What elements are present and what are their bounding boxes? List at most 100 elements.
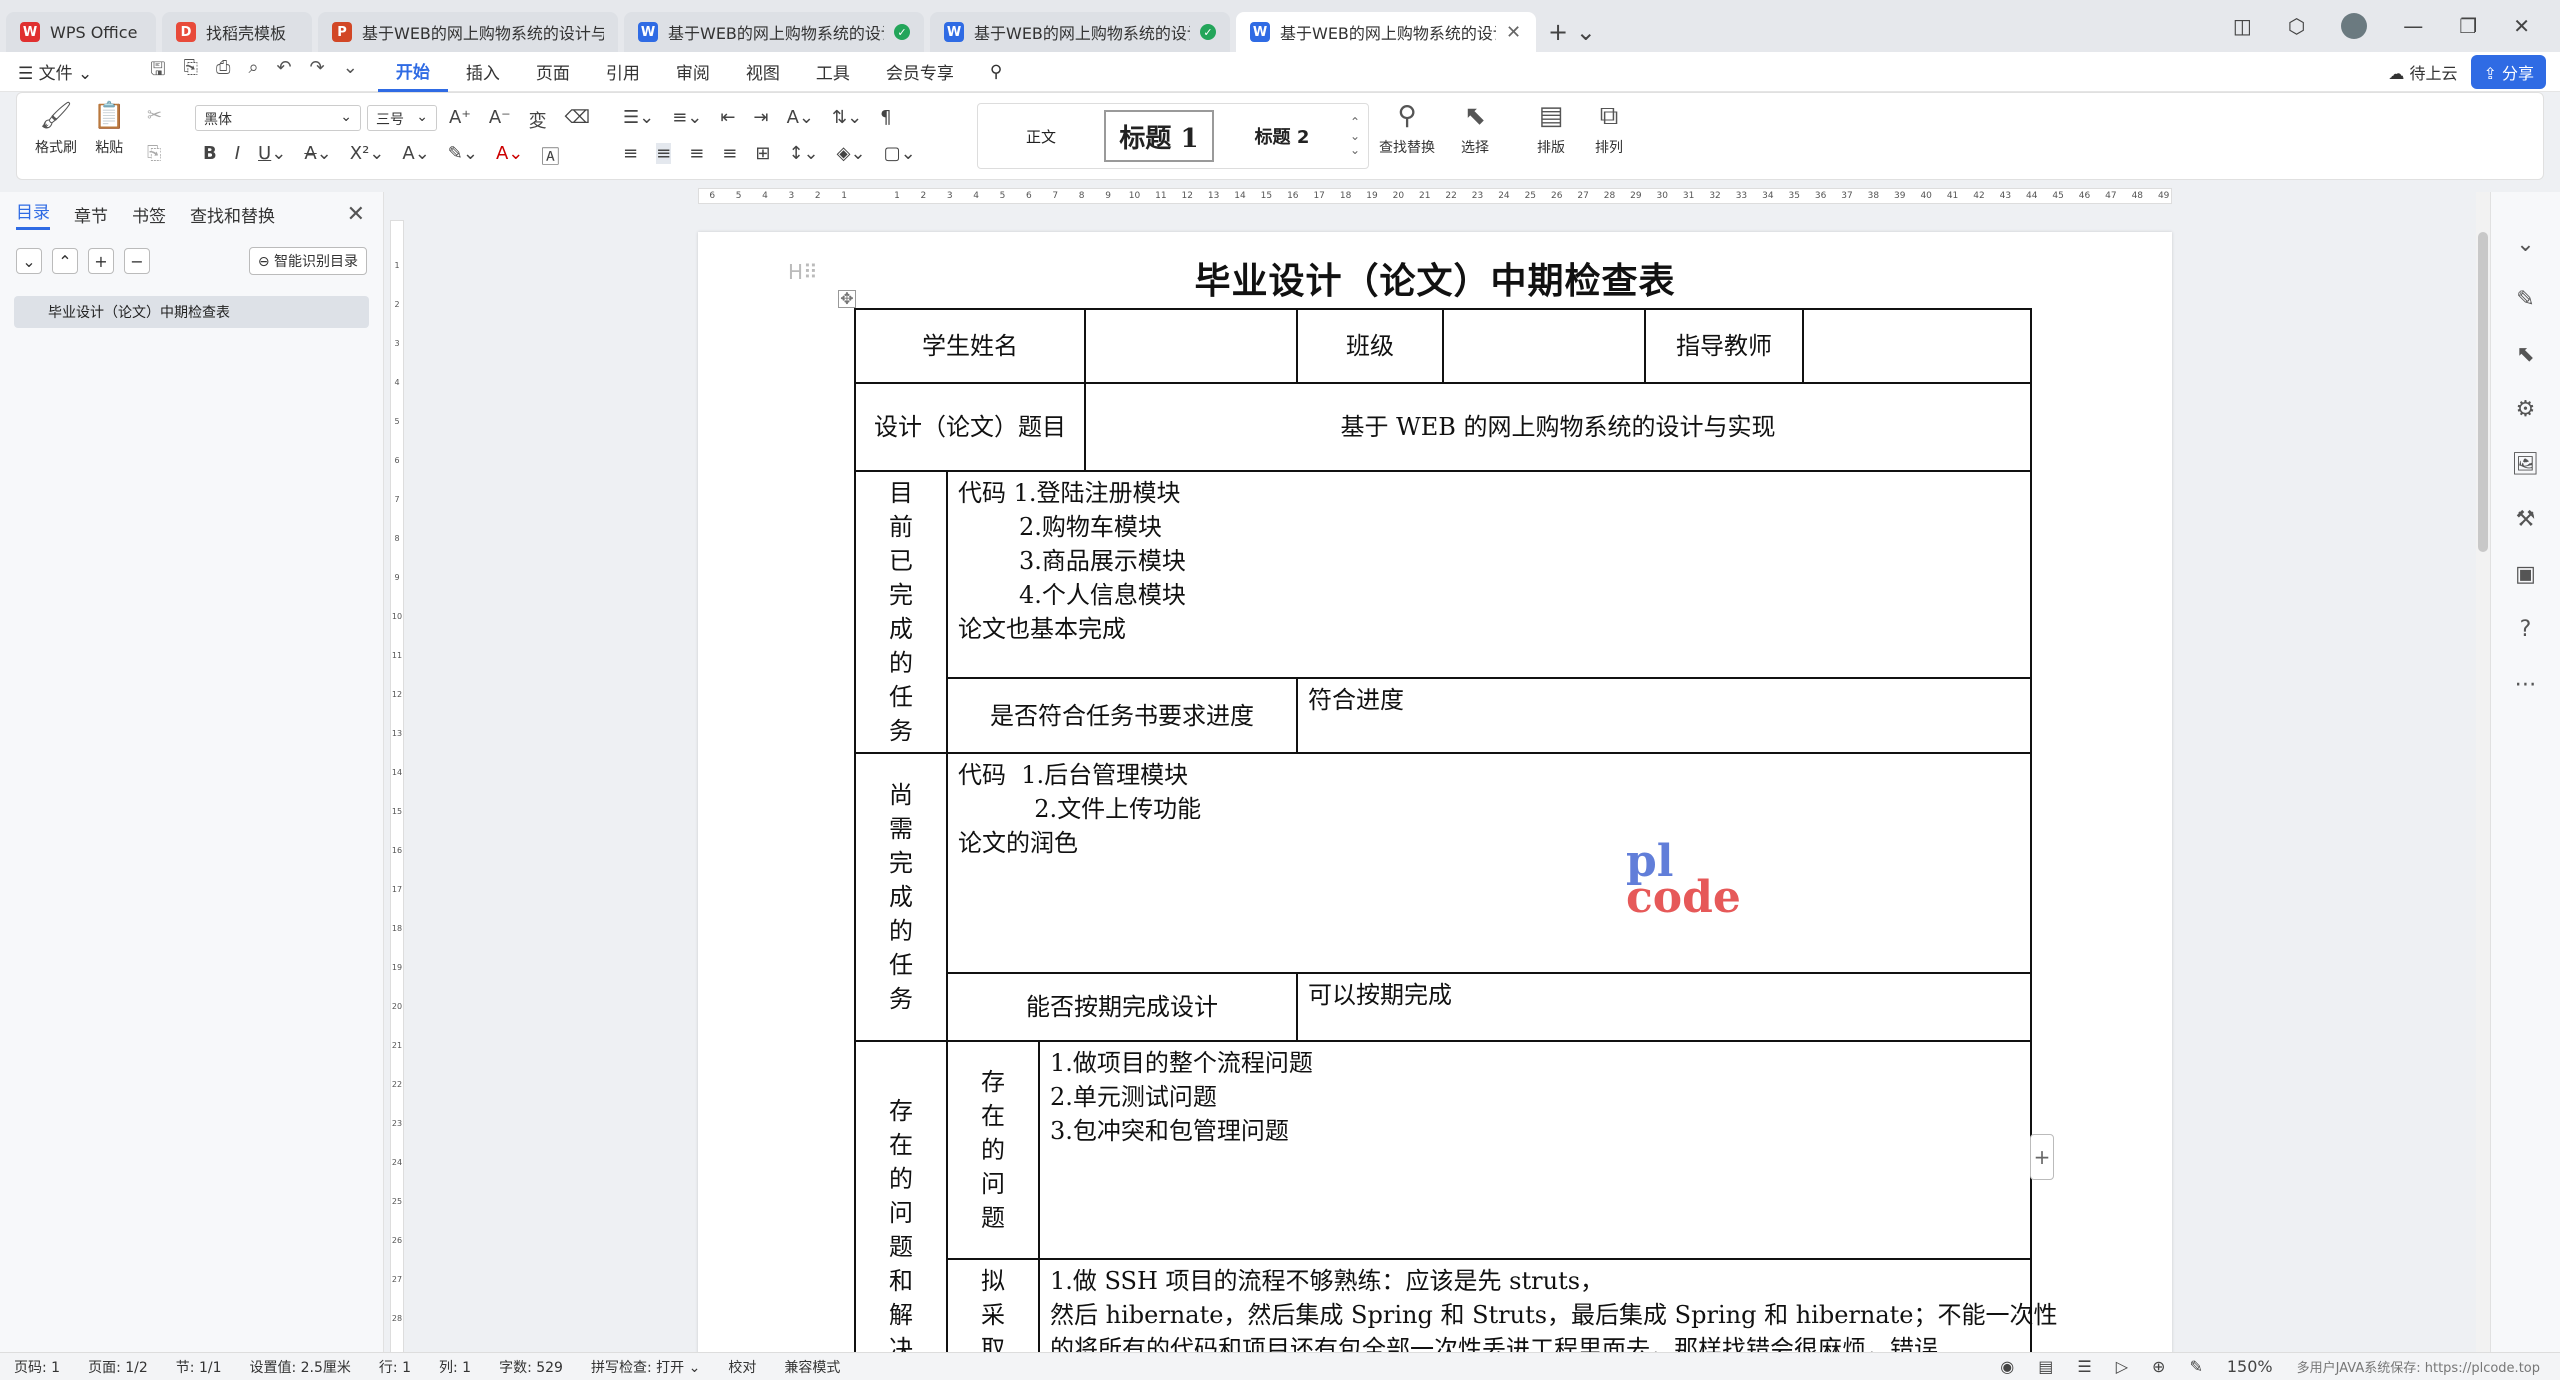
distribute-icon[interactable]: ⊞ [755,143,770,164]
vertical-ruler[interactable]: 1 2 3 4 5 6 7 8 9 10 11 12 13 14 15 16 17 18 19 20 21 22 23 24 2… [390,220,404,1352]
char-shading-icon[interactable]: 🄰 [541,143,559,169]
border-icon[interactable]: ▢⌄ [884,143,916,164]
status-page[interactable]: 页码: 1 [0,1357,74,1377]
status-spell[interactable]: 拼写检查: 打开 ⌄ [577,1357,714,1377]
document-title[interactable]: 毕业设计（论文）中期检查表 [698,252,2172,304]
tab-1[interactable]: D 找稻壳模板 [162,12,312,52]
file-menu[interactable]: ☰ 文件 ⌄ [0,52,110,92]
outline-view-icon[interactable]: ☰ [2077,1357,2091,1376]
status-compat[interactable]: 兼容模式 [770,1357,854,1377]
numbering-icon[interactable]: ≡⌄ [672,107,702,128]
add-icon[interactable]: + [88,248,114,274]
align-center-icon[interactable]: ≡ [656,143,672,164]
line-spacing-icon[interactable]: ↕⌄ [788,143,818,164]
status-pages[interactable]: 页面: 1/2 [74,1357,162,1377]
status-section[interactable]: 节: 1/1 [162,1357,236,1377]
image-icon[interactable]: 🖼 [2512,452,2540,477]
show-marks-icon[interactable]: ¶ [880,107,891,128]
export-icon[interactable]: ⎘ [184,57,198,87]
progress-value[interactable]: 符合进度 [1296,677,2033,754]
superscript-icon[interactable]: X²⌄ [350,143,385,169]
align-right-icon[interactable]: ≡ [689,143,704,164]
page-view-icon[interactable]: ▤ [2038,1357,2053,1376]
status-proof[interactable]: 校对 [714,1357,770,1377]
cut-icon[interactable]: ✂ [147,105,162,126]
play-icon[interactable]: ▷ [2116,1357,2128,1376]
status-setting[interactable]: 设置值: 2.5厘米 [235,1357,364,1377]
sliders-icon[interactable]: ⚙ [2516,397,2536,422]
more-icon[interactable]: ⋯ [2515,672,2537,697]
add-row-button[interactable]: + [2030,1134,2054,1180]
more-icon[interactable]: ⌄ [343,57,358,87]
tab-0[interactable]: W WPS Office [6,12,156,52]
style-normal[interactable]: 正文 [986,110,1096,162]
close-tab-icon[interactable]: ✕ [1506,22,1522,43]
align-left-icon[interactable]: ≡ [623,143,638,164]
topic-value[interactable]: 基于 WEB 的网上购物系统的设计与实现 [1084,382,2033,472]
class-cell[interactable] [1442,308,1647,384]
smart-toc-button[interactable]: ⊖ 智能识别目录 [248,247,367,275]
write-icon[interactable]: ✎ [2189,1357,2202,1376]
avatar[interactable] [2341,13,2368,39]
help-icon[interactable]: ? [2520,617,2532,642]
tab-toc[interactable]: 目录 [16,198,50,230]
advisor-cell[interactable] [1802,308,2033,384]
tab-4[interactable]: W 基于WEB的网上购物系统的设计与实现 ✓ [930,12,1230,52]
status-words[interactable]: 字数: 529 [485,1357,577,1377]
tab-5[interactable]: W 基于WEB的网上购物系统的设计与实现 ✕ [1236,12,1536,52]
grow-font-icon[interactable]: A⁺ [449,107,471,133]
minimize-icon[interactable]: — [2403,14,2423,38]
cloud-button[interactable]: ☁ 待上云 [2388,60,2457,84]
find-replace-button[interactable]: ⚲ 查找替换 [1379,101,1435,157]
plan-cell[interactable]: 1.做 SSH 项目的流程不够熟练：应该是先 struts， 然后 hiberna… [1037,1258,2058,1352]
menu-item-6[interactable]: 工具 [798,52,868,92]
search-icon[interactable]: ⚲ [972,52,1020,92]
select-button[interactable]: ⬉ 选择 [1461,101,1489,157]
pen-icon[interactable]: ✎ [2516,287,2534,312]
share-button[interactable]: ⇪ 分享 [2471,54,2546,89]
menu-item-5[interactable]: 视图 [728,52,798,92]
tab-bookmarks[interactable]: 书签 [132,202,166,227]
arrange-button[interactable]: ⧉ 排列 [1595,101,1623,157]
font-family-select[interactable]: 黑体 ⌄ [195,105,361,131]
styles-scroll[interactable]: ⌃ ⌄ ⌄ [1350,115,1360,157]
indent-icon[interactable]: ⇥ [753,107,768,128]
restore-icon[interactable]: ❐ [2459,14,2477,38]
paste-button[interactable]: 📋 粘贴 [93,101,125,157]
move-up-icon[interactable]: ⌃ [52,248,78,274]
tab-find-replace[interactable]: 查找和替换 [190,202,275,227]
toc-item[interactable]: 毕业设计（论文）中期检查表 [14,296,369,328]
style-heading-2[interactable]: 标题 2 [1222,110,1342,162]
sort-icon[interactable]: ⇅⌄ [832,107,862,128]
redo-icon[interactable]: ↷ [310,57,325,87]
new-tab-button[interactable]: + ⌄ [1536,12,1608,52]
web-view-icon[interactable]: ⊕ [2152,1357,2165,1376]
shading-icon[interactable]: ◈⌄ [837,143,866,164]
menu-item-3[interactable]: 引用 [588,52,658,92]
expand-icon[interactable]: ⌄ [2516,232,2534,257]
justify-icon[interactable]: ≡ [722,143,737,164]
close-icon[interactable]: ✕ [2513,14,2530,38]
vertical-scrollbar[interactable] [2476,192,2490,1352]
style-heading-1[interactable]: 标题 1 [1103,110,1214,162]
menu-item-2[interactable]: 页面 [518,52,588,92]
menu-item-4[interactable]: 审阅 [658,52,728,92]
layout-icon[interactable]: ◫ [2233,14,2252,38]
collapse-icon[interactable]: ⌄ [16,248,42,274]
menu-item-7[interactable]: 会员专享 [868,52,972,92]
highlight-icon[interactable]: ✎⌄ [448,143,478,169]
issues-cell[interactable]: 1.做项目的整个流程问题 2.单元测试问题 3.包冲突和包管理问题 [1037,1040,2033,1260]
close-icon[interactable]: ✕ [347,202,365,227]
menu-item-0[interactable]: 开始 [377,52,448,92]
horizontal-ruler[interactable]: 6 5 4 3 2 1 1 2 3 4 5 6 7 8 9 10 11 12 13 14 15 16 17 18 19 20 21 2… [698,188,2172,204]
document-page[interactable]: H⠿ 毕业设计（论文）中期检查表 ✥ 学生姓名 班级 指导教师 设计（论文）题目… [698,232,2172,1352]
font-size-select[interactable]: 三号 ⌄ [367,105,437,131]
bold-icon[interactable]: B [203,143,217,169]
print-icon[interactable]: ⎙ [216,57,230,87]
ontime-value[interactable]: 可以按期完成 [1296,972,2033,1042]
text-direction-icon[interactable]: A⌄ [787,107,814,128]
underline-icon[interactable]: U⌄ [258,143,286,169]
scroll-thumb[interactable] [2478,232,2488,552]
clear-format-icon[interactable]: ⌫ [565,107,590,133]
status-col[interactable]: 列: 1 [425,1357,485,1377]
